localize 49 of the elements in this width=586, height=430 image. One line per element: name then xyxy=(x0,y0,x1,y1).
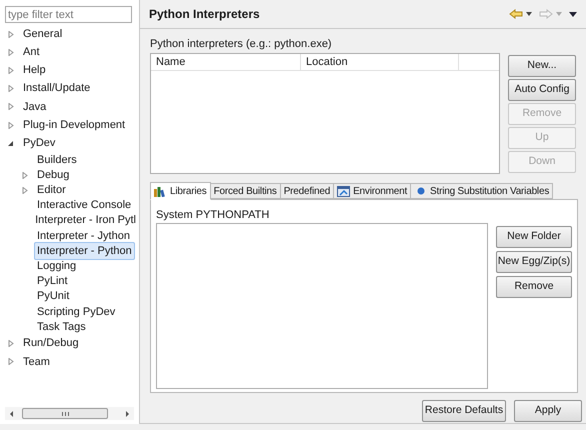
scroll-right-icon[interactable] xyxy=(123,410,131,418)
collapsed-triangle-icon[interactable] xyxy=(8,85,14,92)
collapsed-triangle-icon[interactable] xyxy=(8,30,14,38)
dropdown-caret-icon[interactable] xyxy=(526,12,532,16)
footer-button[interactable]: Apply xyxy=(514,400,582,422)
collapsed-triangle-icon[interactable] xyxy=(8,340,14,348)
dot-icon xyxy=(417,187,426,195)
books-icon xyxy=(154,186,167,196)
page-title: Python Interpreters xyxy=(149,6,260,23)
horizontal-scrollbar[interactable] xyxy=(5,407,134,420)
collapsed-triangle-icon[interactable] xyxy=(8,122,14,129)
scrollbar-thumb[interactable] xyxy=(22,408,108,419)
tree-item[interactable]: Team xyxy=(20,352,53,372)
tree-item[interactable]: PyDev xyxy=(20,134,58,152)
tree-item[interactable]: Run/Debug xyxy=(20,334,82,353)
tab[interactable]: Libraries xyxy=(150,182,211,200)
footer-button[interactable]: Restore Defaults xyxy=(422,400,506,422)
tree-item[interactable]: General xyxy=(20,24,66,44)
tab[interactable]: Environment xyxy=(333,183,412,199)
tab[interactable]: Forced Builtins xyxy=(210,183,281,199)
tab[interactable]: String Substitution Variables xyxy=(410,183,554,199)
tree-item[interactable]: Interpreter - Python xyxy=(34,242,135,260)
scroll-left-icon[interactable] xyxy=(8,410,16,418)
pythonpath-label: System PYTHONPATH xyxy=(156,208,270,221)
tree-item[interactable]: Ant xyxy=(20,43,43,62)
column-header[interactable]: Name xyxy=(151,54,301,71)
tree-item[interactable]: Help xyxy=(20,61,49,80)
collapsed-triangle-icon[interactable] xyxy=(22,186,28,194)
tree-item[interactable]: Plug-in Development xyxy=(20,116,128,134)
side-button[interactable]: Auto Config xyxy=(508,79,576,101)
path-button[interactable]: New Egg/Zip(s) xyxy=(496,251,572,273)
collapsed-triangle-icon[interactable] xyxy=(8,358,14,366)
forward-arrow-icon[interactable] xyxy=(539,9,553,19)
collapsed-triangle-icon[interactable] xyxy=(8,66,14,74)
path-button[interactable]: New Folder xyxy=(496,226,572,248)
collapsed-triangle-icon[interactable] xyxy=(8,103,14,110)
interpreters-label: Python interpreters (e.g.: python.exe) xyxy=(150,37,333,51)
collapsed-triangle-icon[interactable] xyxy=(8,48,14,56)
window-icon xyxy=(337,186,350,196)
side-button[interactable]: New... xyxy=(508,55,576,77)
filter-field[interactable]: type filter text xyxy=(5,6,132,23)
view-menu-icon[interactable] xyxy=(569,12,577,16)
collapsed-triangle-icon[interactable] xyxy=(22,172,28,179)
tab[interactable]: Predefined xyxy=(280,183,334,199)
path-button[interactable]: Remove xyxy=(496,276,572,298)
expanded-triangle-icon[interactable] xyxy=(8,140,14,147)
column-header[interactable]: Location xyxy=(301,54,459,71)
tree-item[interactable]: Install/Update xyxy=(20,79,94,98)
tree-item[interactable]: Java xyxy=(20,98,50,116)
